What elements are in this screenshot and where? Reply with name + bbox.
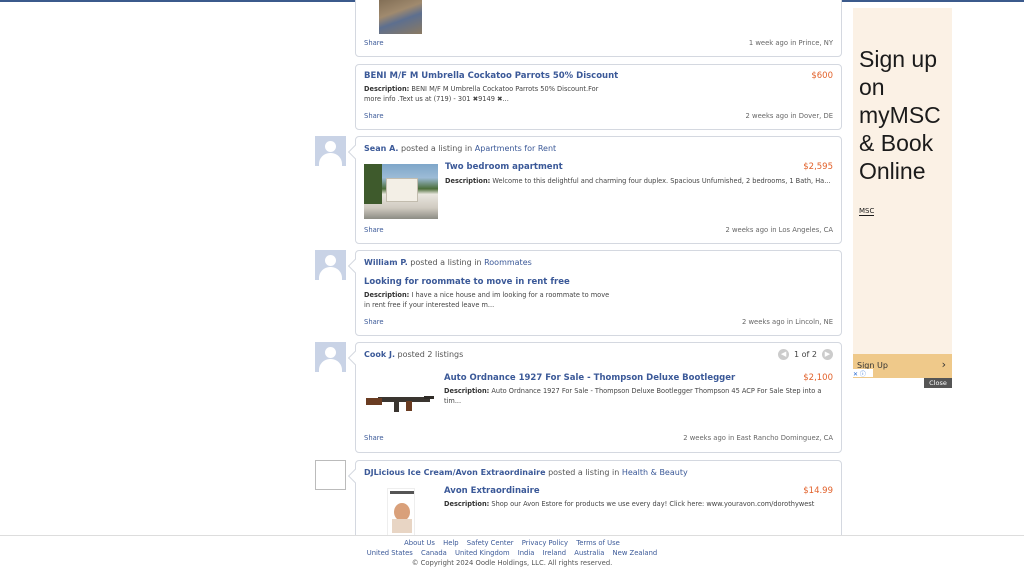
country-link[interactable]: United Kingdom [455, 549, 510, 557]
listing-poster: William P. posted a listing in Roommates [364, 258, 532, 267]
listing-title[interactable]: Two bedroom apartment [445, 162, 563, 172]
poster-name[interactable]: Sean A. [364, 144, 398, 153]
description-text: BENI M/F M Umbrella Cockatoo Parrots 50%… [411, 85, 599, 93]
footer-links: About Us Help Safety Center Privacy Poli… [0, 538, 1024, 548]
share-link[interactable]: Share [364, 226, 384, 234]
adchoices-icon[interactable]: ✕ ⓘ [853, 369, 873, 378]
listing-title[interactable]: BENI M/F M Umbrella Cockatoo Parrots 50%… [364, 71, 618, 81]
description-label: Description: [444, 500, 490, 508]
avatar[interactable] [315, 250, 346, 280]
description-text: Auto Ordnance 1927 For Sale - Thompson D… [491, 387, 822, 395]
share-link[interactable]: Share [364, 318, 384, 326]
listing-price: $2,595 [803, 162, 833, 172]
posted-text: posted a listing in [401, 144, 473, 153]
country-link[interactable]: Canada [421, 549, 447, 557]
footer-link[interactable]: Help [443, 539, 459, 547]
listing-description: Description: Welcome to this delightful … [445, 177, 835, 187]
listing-title[interactable]: Avon Extraordinaire [444, 486, 540, 496]
copyright: © Copyright 2024 Oodle Holdings, LLC. Al… [411, 559, 613, 567]
share-link[interactable]: Share [364, 434, 384, 442]
listing-thumbnail[interactable] [364, 389, 438, 415]
listing-thumbnail[interactable] [379, 0, 422, 34]
country-link[interactable]: Ireland [543, 549, 567, 557]
posted-text: posted a listing in [410, 258, 482, 267]
listing-meta: 2 weeks ago in East Rancho Dominguez, CA [683, 434, 833, 442]
listing-poster: DJLicious Ice Cream/Avon Extraordinaire … [364, 468, 688, 477]
description-text: more info .Text us at (719) - 301 ✖9149 … [364, 94, 509, 103]
listing-description: Description: I have a nice house and im … [364, 291, 664, 310]
footer-link[interactable]: Privacy Policy [522, 539, 568, 547]
listing-description: Description: BENI M/F M Umbrella Cockato… [364, 85, 664, 104]
listing-poster: Cook J. posted 2 listings [364, 350, 463, 359]
footer: About Us Help Safety Center Privacy Poli… [0, 535, 1024, 570]
advertisement[interactable]: Sign up on myMSC & Book Online MSC Sign … [853, 8, 952, 378]
category-link[interactable]: Roommates [484, 258, 532, 267]
pager-count: 1 of 2 [794, 350, 817, 359]
next-arrow-icon[interactable]: ▶ [822, 349, 833, 360]
listing-price: $14.99 [803, 486, 833, 496]
description-text: tim... [444, 396, 462, 405]
share-link[interactable]: Share [364, 39, 384, 47]
description-text: I have a nice house and im looking for a… [411, 291, 610, 299]
description-label: Description: [445, 177, 491, 185]
footer-link[interactable]: About Us [404, 539, 435, 547]
avatar[interactable] [315, 136, 346, 166]
description-label: Description: [364, 291, 410, 299]
country-link[interactable]: Australia [574, 549, 604, 557]
avatar[interactable] [315, 460, 346, 490]
posted-text: posted a listing in [548, 468, 620, 477]
listing-card: Sean A. posted a listing in Apartments f… [347, 136, 842, 244]
listing-poster: Sean A. posted a listing in Apartments f… [364, 144, 556, 153]
description-text: Shop our Avon Estore for products we use… [491, 500, 815, 508]
country-link[interactable]: New Zealand [613, 549, 658, 557]
description-label: Description: [444, 387, 490, 395]
ad-headline[interactable]: Sign up on myMSC & Book Online [859, 45, 941, 185]
listing-title[interactable]: Looking for roommate to move in rent fre… [364, 277, 570, 287]
footer-link[interactable]: Terms of Use [576, 539, 620, 547]
listing-thumbnail[interactable] [364, 164, 438, 219]
poster-name[interactable]: DJLicious Ice Cream/Avon Extraordinaire [364, 468, 546, 477]
listing-title[interactable]: Auto Ordnance 1927 For Sale - Thompson D… [444, 373, 735, 383]
listing-description: Description: Shop our Avon Estore for pr… [444, 500, 836, 510]
poster-name[interactable]: William P. [364, 258, 408, 267]
description-text: in rent free if your interested leave m.… [364, 300, 495, 309]
footer-countries: United States Canada United Kingdom Indi… [0, 548, 1024, 558]
listing-card: Cook J. posted 2 listings ◀ 1 of 2 ▶ Aut… [347, 342, 842, 453]
listing-meta: 2 weeks ago in Los Angeles, CA [725, 226, 833, 234]
listing-meta: 2 weeks ago in Lincoln, NE [742, 318, 833, 326]
listing-thumbnail[interactable] [387, 488, 415, 536]
listing-card: William P. posted a listing in Roommates… [347, 250, 842, 336]
country-link[interactable]: United States [367, 549, 413, 557]
listing-price: $2,100 [803, 373, 833, 383]
prev-arrow-icon[interactable]: ◀ [778, 349, 790, 360]
description-label: Description: [364, 85, 410, 93]
country-link[interactable]: India [518, 549, 535, 557]
footer-link[interactable]: Safety Center [467, 539, 514, 547]
chevron-right-icon: › [941, 358, 946, 371]
listing-meta: 2 weeks ago in Dover, DE [745, 112, 833, 120]
avatar[interactable] [315, 342, 346, 372]
ad-brand[interactable]: MSC [859, 207, 875, 216]
poster-name[interactable]: Cook J. [364, 350, 395, 359]
listing-meta: 1 week ago in Prince, NY [748, 39, 833, 47]
ad-close-button[interactable]: Close [924, 378, 952, 388]
listing-description: Description: Auto Ordnance 1927 For Sale… [444, 387, 836, 406]
posted-text: posted 2 listings [397, 350, 464, 359]
share-link[interactable]: Share [364, 112, 384, 120]
category-link[interactable]: Health & Beauty [622, 468, 688, 477]
category-link[interactable]: Apartments for Rent [475, 144, 556, 153]
listing-pager: ◀ 1 of 2 ▶ [778, 349, 833, 360]
listing-card: BENI M/F M Umbrella Cockatoo Parrots 50%… [355, 64, 842, 130]
description-text: Welcome to this delightful and charming … [492, 177, 831, 185]
listing-price: $600 [811, 71, 833, 81]
listing-card: Share 1 week ago in Prince, NY [355, 0, 842, 57]
